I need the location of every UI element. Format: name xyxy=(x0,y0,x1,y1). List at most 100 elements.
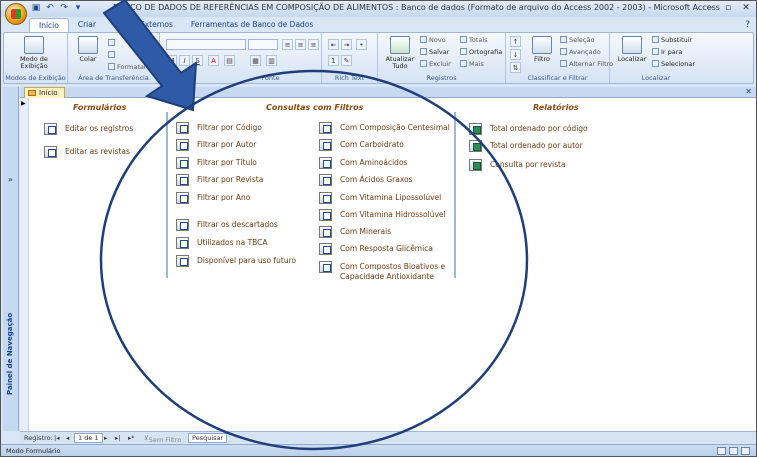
new-record-nav-icon[interactable]: ▸* xyxy=(128,434,135,442)
search-input[interactable]: Pesquisar xyxy=(188,433,228,443)
spelling-button[interactable]: Ortografia xyxy=(460,48,502,57)
tab-ferramentas[interactable]: Ferramentas de Banco de Dados xyxy=(182,18,322,32)
maximize-icon[interactable]: ▫ xyxy=(722,3,734,13)
customize-qat-icon[interactable]: ▾ xyxy=(73,3,83,13)
numbering-icon[interactable]: 1 xyxy=(328,55,339,66)
query-fat-soluble-vitamin[interactable]: Com Vitamina Lipossolúvel xyxy=(319,192,441,204)
report-button-icon[interactable] xyxy=(469,140,482,152)
italic-icon[interactable]: I xyxy=(179,55,190,66)
font-size-combo[interactable] xyxy=(248,39,278,50)
increase-indent-icon[interactable]: ⇥ xyxy=(341,39,352,50)
query-button-icon[interactable] xyxy=(319,243,332,255)
query-filter-journal[interactable]: Filtrar por Revista xyxy=(176,174,263,186)
query-button-icon[interactable] xyxy=(319,261,332,273)
report-button-icon[interactable] xyxy=(469,123,482,135)
query-filter-year[interactable]: Filtrar por Ano xyxy=(176,192,250,204)
query-button-icon[interactable] xyxy=(176,139,189,151)
fill-color-icon[interactable]: ▤ xyxy=(224,55,235,66)
record-position[interactable]: 1 de 1 xyxy=(74,433,103,443)
query-button-icon[interactable] xyxy=(319,209,332,221)
goto-button[interactable]: Ir para xyxy=(652,48,682,57)
query-button-icon[interactable] xyxy=(319,157,332,169)
query-centesimal[interactable]: Com Composição Centesimal xyxy=(319,122,450,134)
expand-nav-icon[interactable]: » xyxy=(8,175,13,184)
new-record-button[interactable]: Novo xyxy=(420,36,446,45)
report-by-journal[interactable]: Consulta por revista xyxy=(469,159,566,171)
query-amino-acids[interactable]: Com Aminoácidos xyxy=(319,157,407,169)
layout-view-icon[interactable] xyxy=(729,447,738,455)
report-button-icon[interactable] xyxy=(469,159,482,171)
bullets-icon[interactable]: • xyxy=(356,39,367,50)
query-button-icon[interactable] xyxy=(319,139,332,151)
first-record-icon[interactable]: |◂ xyxy=(54,434,59,442)
last-record-icon[interactable]: ▸| xyxy=(115,434,120,442)
selection-button[interactable]: Seleção xyxy=(560,36,594,45)
next-record-icon[interactable]: ▸ xyxy=(104,434,107,442)
highlight-icon[interactable]: ✎ xyxy=(341,55,352,66)
query-button-icon[interactable] xyxy=(176,255,189,267)
query-button-icon[interactable] xyxy=(176,192,189,204)
query-filter-discarded[interactable]: Filtrar os descartados xyxy=(176,219,278,231)
underline-icon[interactable]: S xyxy=(192,55,203,66)
decrease-indent-icon[interactable]: ⇤ xyxy=(328,39,339,50)
query-fatty-acids[interactable]: Com Ácidos Graxos xyxy=(319,174,413,186)
filter-status[interactable]: ⊻ Sem Filtro xyxy=(144,434,181,444)
replace-button[interactable]: Substituir xyxy=(652,36,692,45)
query-button-icon[interactable] xyxy=(319,122,332,134)
save-record-button[interactable]: Salvar xyxy=(420,48,449,57)
sort-descending-icon[interactable]: ↓ xyxy=(510,49,521,60)
doc-tab-inicio[interactable]: Início xyxy=(24,87,65,98)
totals-button[interactable]: Totais xyxy=(460,36,488,45)
navigation-pane[interactable]: » Painel de Navegação xyxy=(3,87,19,431)
more-button[interactable]: Mais xyxy=(460,60,484,69)
align-center-icon[interactable]: ≡ xyxy=(295,39,306,50)
open-form-edit-journals[interactable]: Editar as revistas xyxy=(44,146,130,158)
align-right-icon[interactable]: ≡ xyxy=(308,39,319,50)
view-button[interactable]: Modo de Exibição xyxy=(14,36,54,70)
query-button-icon[interactable] xyxy=(319,192,332,204)
form-button-icon[interactable] xyxy=(44,123,57,135)
undo-icon[interactable]: ↶ xyxy=(45,3,55,13)
design-view-icon[interactable] xyxy=(741,447,750,455)
tab-inicio[interactable]: Início xyxy=(29,18,69,32)
font-color-icon[interactable]: A xyxy=(208,55,219,66)
report-total-by-author[interactable]: Total ordenado por autor xyxy=(469,140,583,152)
font-name-combo[interactable] xyxy=(166,39,246,50)
align-left-icon[interactable]: ≡ xyxy=(282,39,293,50)
close-document-icon[interactable]: ✕ xyxy=(745,87,752,96)
find-button[interactable]: Localizar xyxy=(612,36,652,63)
advanced-button[interactable]: Avançado xyxy=(560,48,601,57)
clear-sort-icon[interactable]: ⇅ xyxy=(510,62,521,73)
gridlines-icon[interactable]: ▦ xyxy=(250,55,261,66)
query-button-icon[interactable] xyxy=(319,226,332,238)
previous-record-icon[interactable]: ◂ xyxy=(66,434,69,442)
query-minerals[interactable]: Com Minerais xyxy=(319,226,391,238)
query-water-soluble-vitamin[interactable]: Com Vitamina Hidrossolúvel xyxy=(319,209,446,221)
query-button-icon[interactable] xyxy=(176,219,189,231)
help-icon[interactable]: ? xyxy=(745,20,750,30)
sort-ascending-icon[interactable]: ↑ xyxy=(510,36,521,47)
delete-record-button[interactable]: Excluir xyxy=(420,60,451,69)
minimize-icon[interactable]: – xyxy=(704,3,716,13)
alternate-fill-icon[interactable]: ▥ xyxy=(266,55,277,66)
paste-button[interactable]: Colar xyxy=(68,36,108,63)
close-icon[interactable]: ✕ xyxy=(740,3,752,13)
query-button-icon[interactable] xyxy=(176,174,189,186)
tab-criar[interactable]: Criar xyxy=(69,18,105,32)
filter-button[interactable]: Filtro xyxy=(522,36,562,63)
query-filter-author[interactable]: Filtrar por Autor xyxy=(176,139,256,151)
format-painter-button[interactable]: Formatar xyxy=(108,63,147,72)
record-selector[interactable]: ▶ xyxy=(20,98,29,431)
save-icon[interactable]: ▣ xyxy=(31,3,41,13)
form-button-icon[interactable] xyxy=(44,146,57,158)
select-button[interactable]: Selecionar xyxy=(652,60,695,69)
query-carbohydrate[interactable]: Com Carboidrato xyxy=(319,139,404,151)
refresh-all-button[interactable]: Atualizar Tudo xyxy=(380,36,420,70)
bold-icon[interactable]: N xyxy=(166,55,177,66)
query-button-icon[interactable] xyxy=(319,174,332,186)
query-available-future[interactable]: Disponível para uso futuro xyxy=(176,255,296,267)
cut-button[interactable] xyxy=(108,39,117,48)
copy-button[interactable] xyxy=(108,51,117,60)
tab-dados-externos[interactable]: Dados Externos xyxy=(105,18,182,32)
report-total-by-code[interactable]: Total ordenado por código xyxy=(469,123,588,135)
